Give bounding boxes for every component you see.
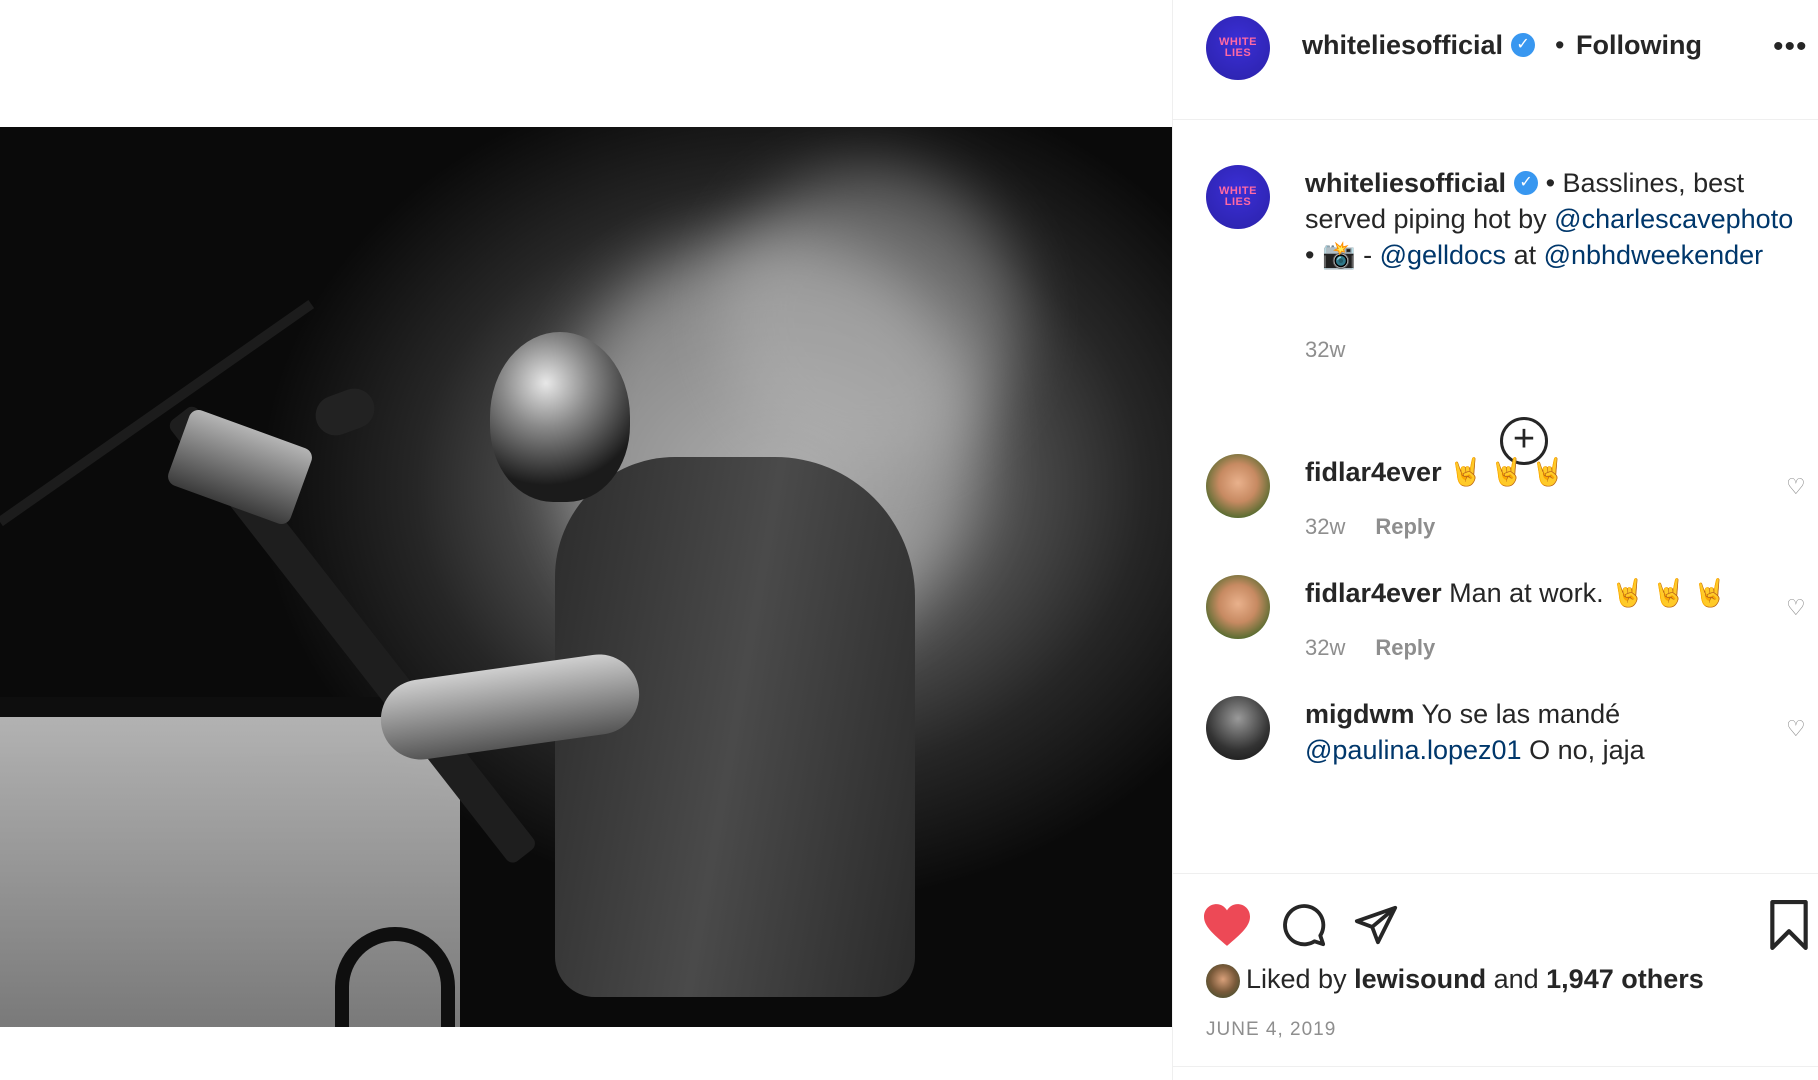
comment-item: fidlar4ever Man at work. 🤘 🤘 🤘 32w Reply … <box>1206 575 1806 695</box>
share-icon[interactable] <box>1353 902 1399 948</box>
comment-text: fidlar4ever Man at work. 🤘 🤘 🤘 <box>1305 575 1745 611</box>
comment-meta: 32w Reply <box>1305 635 1435 661</box>
heart-filled-icon[interactable] <box>1201 902 1253 948</box>
comments-scroll-area[interactable]: WHITE LIES whiteliesofficial ✓ • Bassline… <box>1173 121 1818 873</box>
bass-headstock <box>165 407 315 527</box>
caption-username[interactable]: whiteliesofficial <box>1305 168 1506 198</box>
post-header: WHITE LIES whiteliesofficial ✓ • Followin… <box>1173 0 1818 120</box>
likes-middle: and <box>1486 964 1547 995</box>
bookmark-icon[interactable] <box>1767 900 1811 950</box>
verified-badge-icon: ✓ <box>1511 32 1536 57</box>
musician-head <box>490 332 630 502</box>
separator-dot: • <box>1555 30 1565 60</box>
header-username[interactable]: whiteliesofficial ✓ <box>1302 30 1536 61</box>
mention-link[interactable]: @nbhdweekender <box>1544 240 1764 270</box>
comment-like-heart-icon[interactable]: ♡ <box>1786 595 1806 621</box>
comment-time[interactable]: 32w <box>1305 514 1345 539</box>
comment-meta: 32w Reply <box>1305 514 1435 540</box>
caption-body: • 📸 - <box>1305 240 1380 270</box>
comment-username[interactable]: fidlar4ever <box>1305 578 1442 608</box>
comment-body: Man at work. 🤘 🤘 🤘 <box>1441 578 1728 608</box>
post-side-panel: WHITE LIES whiteliesofficial ✓ • Followin… <box>1172 0 1818 1080</box>
commenter-avatar[interactable] <box>1206 696 1270 760</box>
comment-body: Yo se las mandé <box>1414 699 1621 729</box>
commenter-avatar[interactable] <box>1206 454 1270 518</box>
mention-link[interactable]: @charlescavephoto <box>1554 204 1793 234</box>
verified-badge-icon: ✓ <box>1514 170 1539 195</box>
username-text[interactable]: whiteliesofficial <box>1302 30 1503 60</box>
comment-item: migdwm Yo se las mandé @paulina.lopez01 O… <box>1206 696 1806 816</box>
comment-body: 🤘 🤘 🤘 <box>1441 457 1565 487</box>
reply-button[interactable]: Reply <box>1375 514 1435 539</box>
caption-timestamp[interactable]: 32w <box>1305 337 1345 363</box>
comment-item: fidlar4ever 🤘 🤘 🤘 32w Reply ♡ <box>1206 454 1806 574</box>
likes-prefix: Liked by <box>1246 964 1355 995</box>
comment-body: O no, jaja <box>1521 735 1645 765</box>
avatar-text: WHITE LIES <box>1219 185 1257 208</box>
comment-username[interactable]: fidlar4ever <box>1305 457 1442 487</box>
avatar-text: WHITE LIES <box>1219 36 1257 59</box>
likes-count[interactable]: 1,947 others <box>1546 964 1704 994</box>
account-avatar[interactable]: WHITE LIES <box>1206 16 1270 80</box>
mention-link[interactable]: @paulina.lopez01 <box>1305 735 1522 765</box>
smoke <box>720 167 1020 467</box>
commenter-avatar[interactable] <box>1206 575 1270 639</box>
comment-text: migdwm Yo se las mandé @paulina.lopez01 O… <box>1305 696 1745 768</box>
comment-like-heart-icon[interactable]: ♡ <box>1786 716 1806 742</box>
liker-avatar[interactable] <box>1206 964 1240 998</box>
comment-icon[interactable] <box>1281 902 1327 948</box>
following-button[interactable]: Following <box>1576 30 1702 61</box>
comment-text: fidlar4ever 🤘 🤘 🤘 <box>1305 454 1745 490</box>
mention-link[interactable]: @gelldocs <box>1380 240 1506 270</box>
more-options-icon[interactable]: ••• <box>1773 30 1808 64</box>
reply-button[interactable]: Reply <box>1375 635 1435 660</box>
likes-summary: Liked by lewisound and 1,947 others <box>1206 964 1704 998</box>
post-actions: Liked by lewisound and 1,947 others JUNE… <box>1173 873 1818 1080</box>
comment-like-heart-icon[interactable]: ♡ <box>1786 474 1806 500</box>
post-date[interactable]: JUNE 4, 2019 <box>1206 1019 1336 1041</box>
caption-body: at <box>1506 240 1544 270</box>
caption-avatar[interactable]: WHITE LIES <box>1206 165 1270 229</box>
post-photo[interactable] <box>0 127 1172 1027</box>
microphone <box>309 382 381 442</box>
divider <box>1173 1066 1818 1067</box>
comment-username[interactable]: migdwm <box>1305 699 1415 729</box>
comment-time[interactable]: 32w <box>1305 635 1345 660</box>
liker-username[interactable]: lewisound <box>1354 964 1486 994</box>
caption-text: whiteliesofficial ✓ • Basslines, best ser… <box>1305 165 1805 273</box>
